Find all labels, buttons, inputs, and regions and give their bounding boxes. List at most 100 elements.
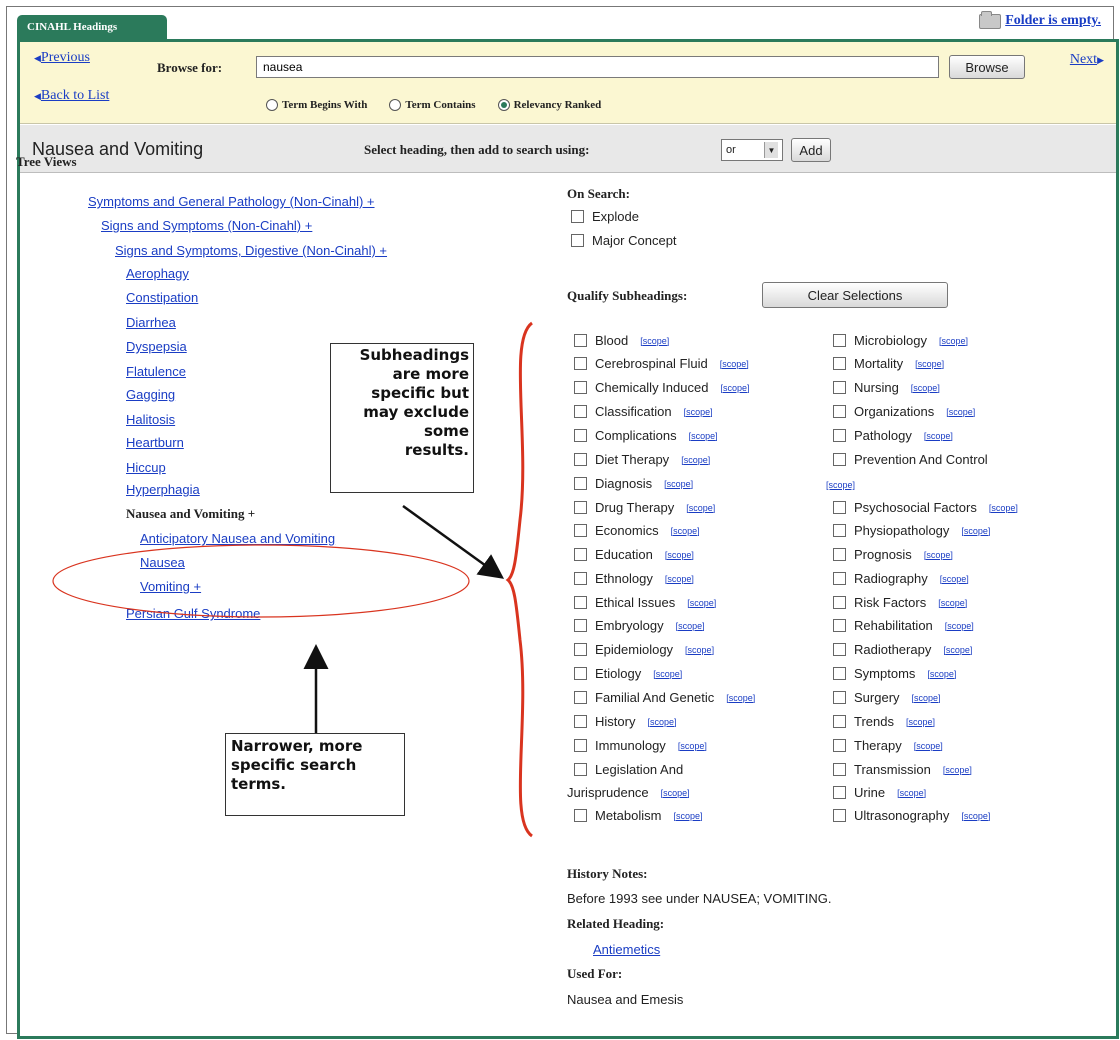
- subheading-option[interactable]: Symptoms [scope]: [833, 666, 956, 681]
- scope-link[interactable]: [scope]: [940, 574, 969, 584]
- checkbox[interactable]: [833, 524, 846, 537]
- checkbox[interactable]: [833, 739, 846, 752]
- related-heading-link[interactable]: Antiemetics: [593, 942, 660, 957]
- scope-link[interactable]: [scope]: [924, 550, 953, 560]
- browse-search-input[interactable]: [256, 56, 939, 78]
- checkbox[interactable]: [833, 501, 846, 514]
- checkbox[interactable]: [574, 381, 587, 394]
- checkbox[interactable]: [833, 715, 846, 728]
- tree-link[interactable]: Flatulence: [126, 364, 186, 379]
- checkbox[interactable]: [574, 453, 587, 466]
- subheading-option[interactable]: Prognosis [scope]: [833, 547, 953, 562]
- subheading-option[interactable]: Drug Therapy [scope]: [574, 500, 715, 515]
- checkbox[interactable]: [833, 596, 846, 609]
- checkbox[interactable]: [574, 405, 587, 418]
- checkbox[interactable]: [574, 667, 587, 680]
- subheading-option[interactable]: Microbiology [scope]: [833, 333, 968, 348]
- scope-link[interactable]: [scope]: [685, 645, 714, 655]
- next-link[interactable]: Next▶: [1070, 52, 1104, 68]
- back-to-list-label[interactable]: Back to List: [41, 88, 109, 103]
- folder-status[interactable]: Folder is empty.: [979, 10, 1101, 29]
- checkbox[interactable]: [833, 643, 846, 656]
- combine-operator-select[interactable]: or ▼: [721, 139, 783, 161]
- on-search-option[interactable]: Explode: [571, 209, 639, 224]
- folder-status-link[interactable]: Folder is empty.: [1005, 13, 1101, 29]
- checkbox[interactable]: [574, 477, 587, 490]
- subheading-option[interactable]: Nursing [scope]: [833, 380, 940, 395]
- scope-link[interactable]: [scope]: [897, 788, 926, 798]
- checkbox[interactable]: [574, 691, 587, 704]
- subheading-option[interactable]: Embryology [scope]: [574, 618, 705, 633]
- tree-link[interactable]: Signs and Symptoms, Digestive (Non-Cinah…: [115, 243, 387, 258]
- scope-link[interactable]: [scope]: [961, 526, 990, 536]
- scope-link[interactable]: [scope]: [665, 574, 694, 584]
- checkbox[interactable]: [833, 453, 846, 466]
- scope-link[interactable]: [scope]: [678, 741, 707, 751]
- subheading-option[interactable]: Diagnosis [scope]: [574, 476, 693, 491]
- tree-link[interactable]: Hyperphagia: [126, 482, 200, 497]
- subheading-option[interactable]: Blood [scope]: [574, 333, 669, 348]
- tree-link[interactable]: Symptoms and General Pathology (Non-Cina…: [88, 194, 375, 209]
- scope-link[interactable]: [scope]: [720, 359, 749, 369]
- tree-link[interactable]: Signs and Symptoms (Non-Cinahl) +: [101, 218, 312, 233]
- tree-link[interactable]: Anticipatory Nausea and Vomiting: [140, 531, 335, 546]
- tree-link[interactable]: Persian Gulf Syndrome: [126, 606, 260, 621]
- subheading-option[interactable]: Organizations [scope]: [833, 404, 975, 419]
- scope-link[interactable]: [scope]: [653, 669, 682, 679]
- scope-link[interactable]: [scope]: [726, 693, 755, 703]
- subheading-option[interactable]: Cerebrospinal Fluid [scope]: [574, 356, 749, 371]
- subheading-option[interactable]: Trends [scope]: [833, 714, 935, 729]
- subheading-option[interactable]: Education [scope]: [574, 547, 694, 562]
- subheading-option[interactable]: Metabolism [scope]: [574, 808, 703, 823]
- previous-link-label[interactable]: Previous: [41, 50, 90, 65]
- checkbox[interactable]: [833, 691, 846, 704]
- scope-link[interactable]: [scope]: [647, 717, 676, 727]
- radio-button[interactable]: [389, 99, 402, 111]
- checkbox[interactable]: [833, 334, 846, 347]
- subheading-option[interactable]: Ethnology [scope]: [574, 571, 694, 586]
- radio-button[interactable]: [266, 99, 278, 111]
- subheading-option[interactable]: Diet Therapy [scope]: [574, 452, 710, 467]
- tree-link[interactable]: Vomiting +: [140, 579, 201, 594]
- tree-link[interactable]: Gagging: [126, 387, 175, 402]
- browse-button[interactable]: Browse: [949, 55, 1025, 79]
- subheading-option[interactable]: History [scope]: [574, 714, 676, 729]
- subheading-option[interactable]: Complications [scope]: [574, 428, 718, 443]
- scope-link[interactable]: [scope]: [943, 645, 972, 655]
- checkbox[interactable]: [574, 548, 587, 561]
- checkbox[interactable]: [833, 405, 846, 418]
- scope-link[interactable]: [scope]: [826, 480, 855, 490]
- subheading-option[interactable]: Pathology [scope]: [833, 428, 953, 443]
- scope-link[interactable]: [scope]: [912, 693, 941, 703]
- checkbox[interactable]: [833, 572, 846, 585]
- scope-link[interactable]: [scope]: [924, 431, 953, 441]
- checkbox[interactable]: [574, 643, 587, 656]
- checkbox[interactable]: [574, 429, 587, 442]
- checkbox[interactable]: [833, 381, 846, 394]
- tree-link[interactable]: Diarrhea: [126, 315, 176, 330]
- subheading-option[interactable]: Ethical Issues [scope]: [574, 595, 716, 610]
- subheading-option[interactable]: Mortality [scope]: [833, 356, 944, 371]
- subheading-option[interactable]: Etiology [scope]: [574, 666, 682, 681]
- scope-link[interactable]: [scope]: [687, 598, 716, 608]
- checkbox[interactable]: [574, 572, 587, 585]
- tree-link[interactable]: Halitosis: [126, 412, 175, 427]
- clear-selections-button[interactable]: Clear Selections: [762, 282, 948, 308]
- subheading-option[interactable]: Urine [scope]: [833, 785, 926, 800]
- next-link-label[interactable]: Next: [1070, 52, 1097, 67]
- scope-link[interactable]: [scope]: [938, 598, 967, 608]
- tree-link[interactable]: Aerophagy: [126, 266, 189, 281]
- subheading-option[interactable]: Familial And Genetic [scope]: [574, 690, 755, 705]
- checkbox[interactable]: [833, 667, 846, 680]
- scope-link[interactable]: [scope]: [911, 383, 940, 393]
- scope-link[interactable]: [scope]: [915, 359, 944, 369]
- subheading-option[interactable]: Epidemiology [scope]: [574, 642, 714, 657]
- subheading-option[interactable]: Economics [scope]: [574, 523, 700, 538]
- checkbox[interactable]: [574, 619, 587, 632]
- scope-link[interactable]: [scope]: [943, 765, 972, 775]
- tree-link[interactable]: Hiccup: [126, 460, 166, 475]
- subheading-option[interactable]: Immunology [scope]: [574, 738, 707, 753]
- scope-link[interactable]: [scope]: [664, 479, 693, 489]
- add-button[interactable]: Add: [791, 138, 831, 162]
- checkbox[interactable]: [574, 334, 587, 347]
